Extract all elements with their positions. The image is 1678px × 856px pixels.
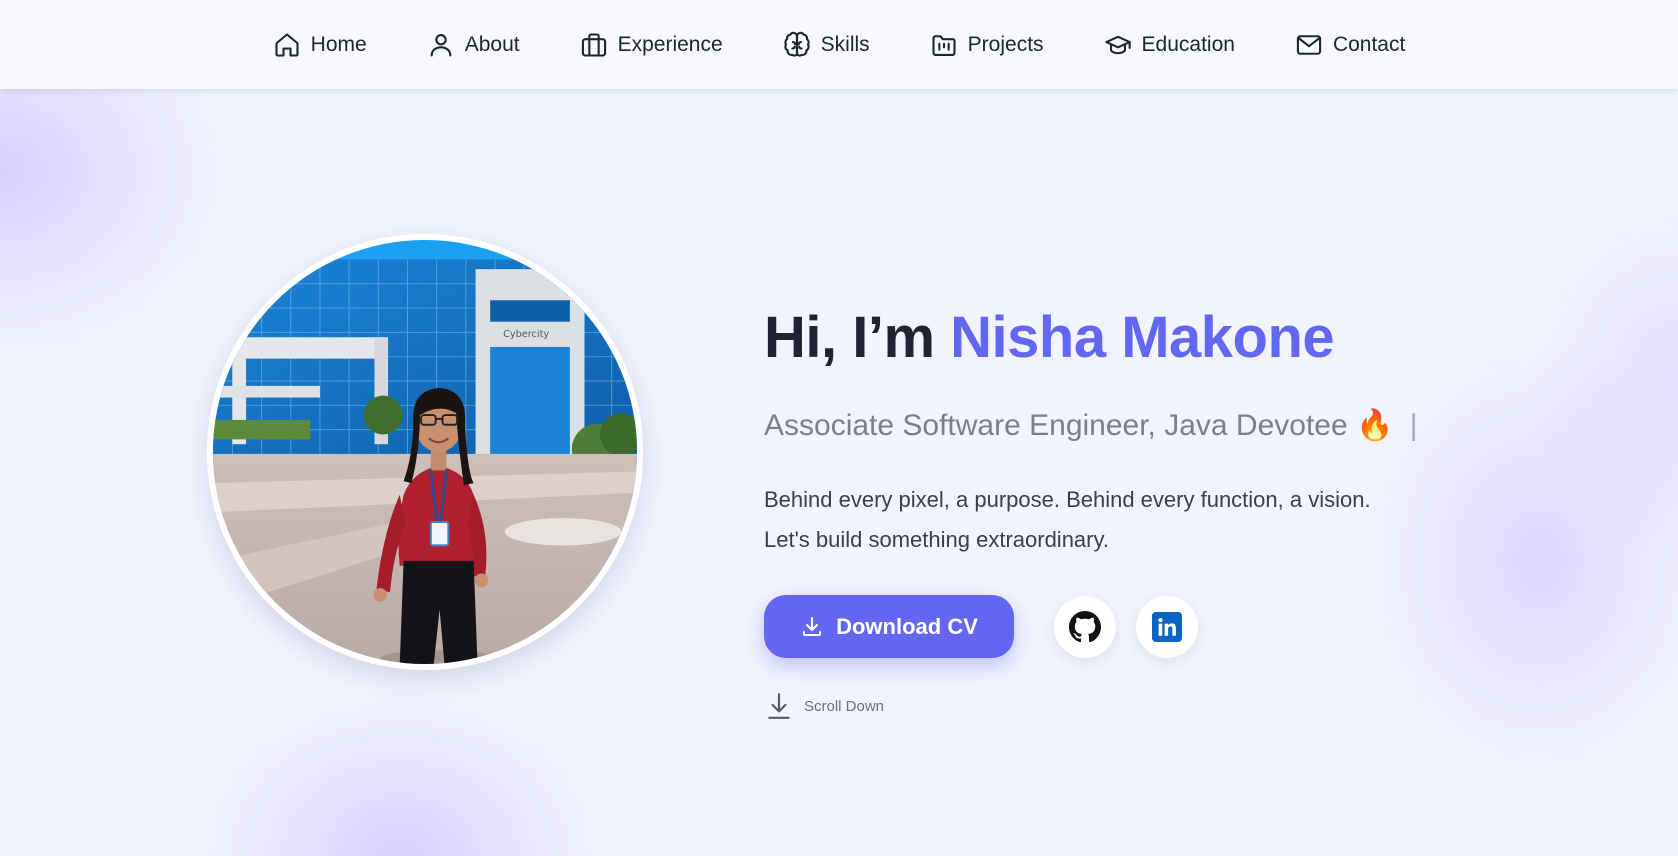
photo-sign: Cybercity bbox=[503, 329, 549, 340]
nav-item-label: Projects bbox=[967, 32, 1044, 56]
nav-item-label: Skills bbox=[820, 32, 870, 56]
linkedin-icon bbox=[1152, 612, 1182, 642]
hero-greeting: Hi, I’m bbox=[764, 305, 935, 370]
hero-title: Hi, I’m Nisha Makone bbox=[764, 304, 1335, 371]
scroll-down-indicator[interactable]: Scroll Down bbox=[766, 692, 884, 720]
home-icon bbox=[275, 32, 299, 57]
nav-item-label: About bbox=[464, 32, 520, 56]
mail-icon bbox=[1296, 34, 1322, 55]
linkedin-link[interactable] bbox=[1136, 596, 1198, 658]
briefcase-icon bbox=[581, 32, 606, 57]
top-navigation: Home About Experience Skills Projects Ed… bbox=[0, 0, 1678, 89]
nav-item-label: Contact bbox=[1332, 32, 1406, 56]
nav-item-projects[interactable]: Projects bbox=[930, 31, 1044, 59]
hero-subtitle-text: Associate Software Engineer, Java Devote… bbox=[764, 409, 1348, 442]
graduation-cap-icon bbox=[1104, 35, 1131, 54]
github-link[interactable] bbox=[1054, 596, 1116, 658]
download-cv-button[interactable]: Download CV bbox=[764, 595, 1014, 658]
brain-icon bbox=[783, 31, 810, 57]
nav-item-label: Experience bbox=[617, 32, 723, 56]
hero-description: Behind every pixel, a purpose. Behind ev… bbox=[764, 487, 1371, 552]
nav-item-skills[interactable]: Skills bbox=[783, 31, 870, 59]
hero-name: Nisha Makone bbox=[950, 305, 1335, 370]
scroll-down-label: Scroll Down bbox=[804, 697, 885, 715]
nav-item-about[interactable]: About bbox=[427, 31, 520, 59]
fire-emoji-icon: 🔥 bbox=[1356, 409, 1394, 442]
hero-subtitle: Associate Software Engineer, Java Devote… bbox=[764, 408, 1418, 443]
user-icon bbox=[430, 33, 452, 57]
nav-item-experience[interactable]: Experience bbox=[580, 31, 723, 59]
download-cv-label: Download CV bbox=[836, 613, 978, 639]
nav-item-home[interactable]: Home bbox=[273, 31, 367, 59]
arrow-down-icon bbox=[768, 693, 790, 719]
profile-photo: Cybercity bbox=[207, 234, 643, 670]
github-icon bbox=[1069, 611, 1101, 643]
nav-item-label: Education bbox=[1141, 32, 1235, 56]
folder-icon bbox=[932, 34, 956, 56]
download-icon bbox=[803, 616, 822, 636]
nav-item-contact[interactable]: Contact bbox=[1295, 31, 1405, 59]
typing-cursor: | bbox=[1409, 409, 1418, 442]
nav-item-education[interactable]: Education bbox=[1104, 31, 1235, 59]
nav-item-label: Home bbox=[310, 32, 367, 56]
